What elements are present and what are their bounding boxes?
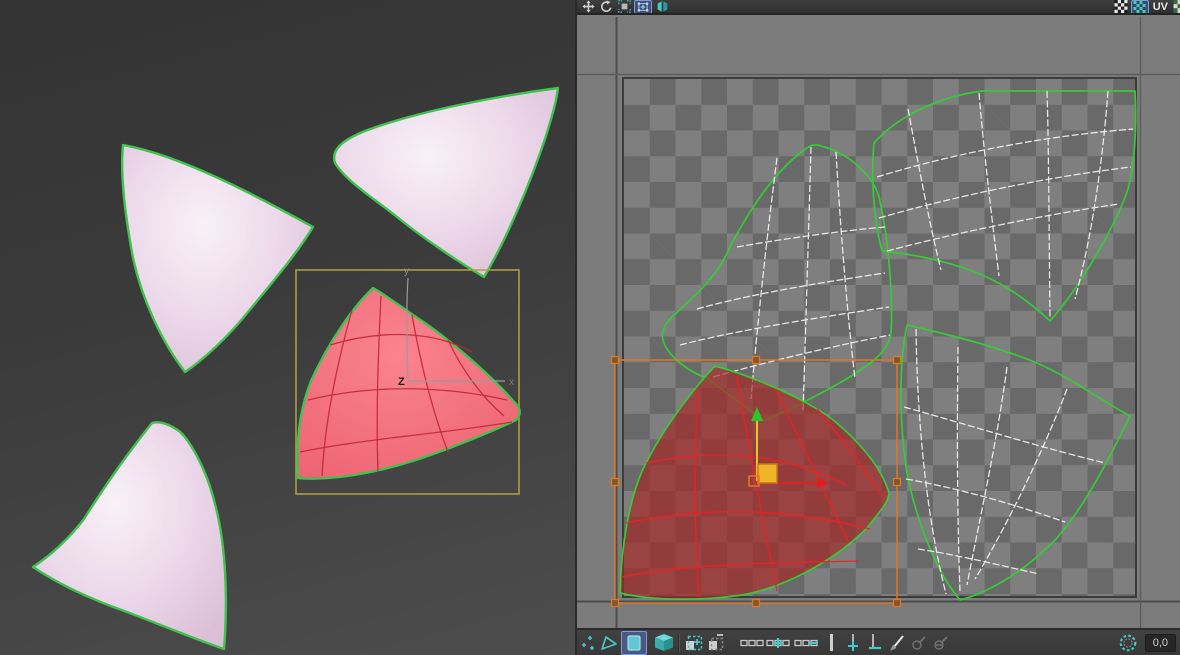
show-map-button[interactable] xyxy=(1130,0,1149,13)
uv-space-label[interactable]: UV xyxy=(1153,1,1168,13)
petal-top-right[interactable] xyxy=(332,86,560,279)
uv-shell-top-right[interactable] xyxy=(871,90,1137,322)
uv-shell-bottom-right[interactable] xyxy=(900,324,1131,601)
checker-bw-icon xyxy=(1114,0,1128,13)
edit-seams-icon xyxy=(890,634,904,651)
scale-tool-button[interactable] xyxy=(616,0,632,13)
align-vertical-icon xyxy=(848,633,858,651)
vertex-mode-icon xyxy=(582,635,594,650)
element-mode-icon xyxy=(655,634,673,651)
edge-mode-icon xyxy=(601,635,617,650)
checker-map-icon xyxy=(1133,0,1146,13)
uv-shell-top-left[interactable] xyxy=(661,144,893,422)
axis-label-y: y xyxy=(404,266,409,277)
axis-label-z: Z xyxy=(398,376,405,388)
point-to-point-seam-button[interactable] xyxy=(909,632,929,654)
petal-selected[interactable] xyxy=(296,286,521,480)
edge-mode-button[interactable] xyxy=(599,632,619,654)
point-seam-icon xyxy=(912,635,926,650)
checker-pattern-button[interactable] xyxy=(1113,0,1129,13)
toolbar-divider-bar xyxy=(830,634,833,651)
shrink-selection-icon xyxy=(709,633,724,650)
petal-top-left[interactable] xyxy=(120,143,315,374)
uv-bottom-toolbar: 0,0 xyxy=(577,628,1180,655)
select-loop-button[interactable] xyxy=(740,632,764,654)
shrink-selection-button[interactable] xyxy=(706,632,726,654)
shrink-loop-button[interactable] xyxy=(794,632,820,654)
vertex-mode-button[interactable] xyxy=(581,632,597,654)
uv-editor-panel: UV 0,0 xyxy=(575,0,1180,655)
uv-canvas[interactable] xyxy=(577,17,1180,628)
toolbar-separator xyxy=(678,633,680,652)
petal-bottom-left[interactable] xyxy=(31,421,228,651)
shrink-loop-icon xyxy=(794,639,818,646)
grow-selection-button[interactable] xyxy=(684,632,704,654)
grow-loop-button[interactable] xyxy=(766,632,792,654)
clipped-checker-icon xyxy=(1173,0,1180,13)
rotate-tool-button[interactable] xyxy=(598,0,614,13)
polygon-mode-button[interactable] xyxy=(621,630,647,655)
align-horizontal-button[interactable] xyxy=(865,632,885,654)
move-icon xyxy=(581,0,595,13)
uv-mapping-workspace: y Z x UV 0,0 xyxy=(0,0,1180,655)
scale-icon xyxy=(617,0,631,13)
cursor-coords-field: 0,0 xyxy=(1144,633,1176,652)
paint-select-brush-button[interactable] xyxy=(1118,632,1138,654)
grow-selection-icon xyxy=(686,635,703,650)
3d-viewport[interactable]: y Z x xyxy=(0,0,575,655)
uv-shell-layer xyxy=(577,17,1180,628)
element-mode-button[interactable] xyxy=(654,632,674,654)
axis-label-x: x xyxy=(509,377,514,388)
edit-seams-button[interactable] xyxy=(887,632,907,654)
mirror-icon xyxy=(657,1,667,12)
brush-circle-icon xyxy=(1119,634,1137,651)
gizmo-plane-handle[interactable] xyxy=(757,463,778,484)
uv-extra-button[interactable] xyxy=(1172,0,1180,13)
freeform-icon xyxy=(637,2,649,11)
select-loop-icon xyxy=(740,639,764,646)
polygon-mode-icon xyxy=(627,634,641,651)
rotate-icon xyxy=(600,0,612,12)
convert-seam-icon xyxy=(934,635,948,650)
move-tool-button[interactable] xyxy=(580,0,596,13)
freeform-mode-button[interactable] xyxy=(634,0,652,13)
align-horizontal-icon xyxy=(869,633,881,649)
uv-top-toolbar: UV xyxy=(577,0,1180,15)
align-vertical-button[interactable] xyxy=(843,632,863,654)
convert-seam-button[interactable] xyxy=(931,632,951,654)
grow-loop-icon xyxy=(766,637,790,648)
mirror-tool-button[interactable] xyxy=(654,0,670,13)
uv-shell-selected[interactable] xyxy=(619,365,890,601)
3d-viewport-canvas: y Z x xyxy=(31,86,560,651)
